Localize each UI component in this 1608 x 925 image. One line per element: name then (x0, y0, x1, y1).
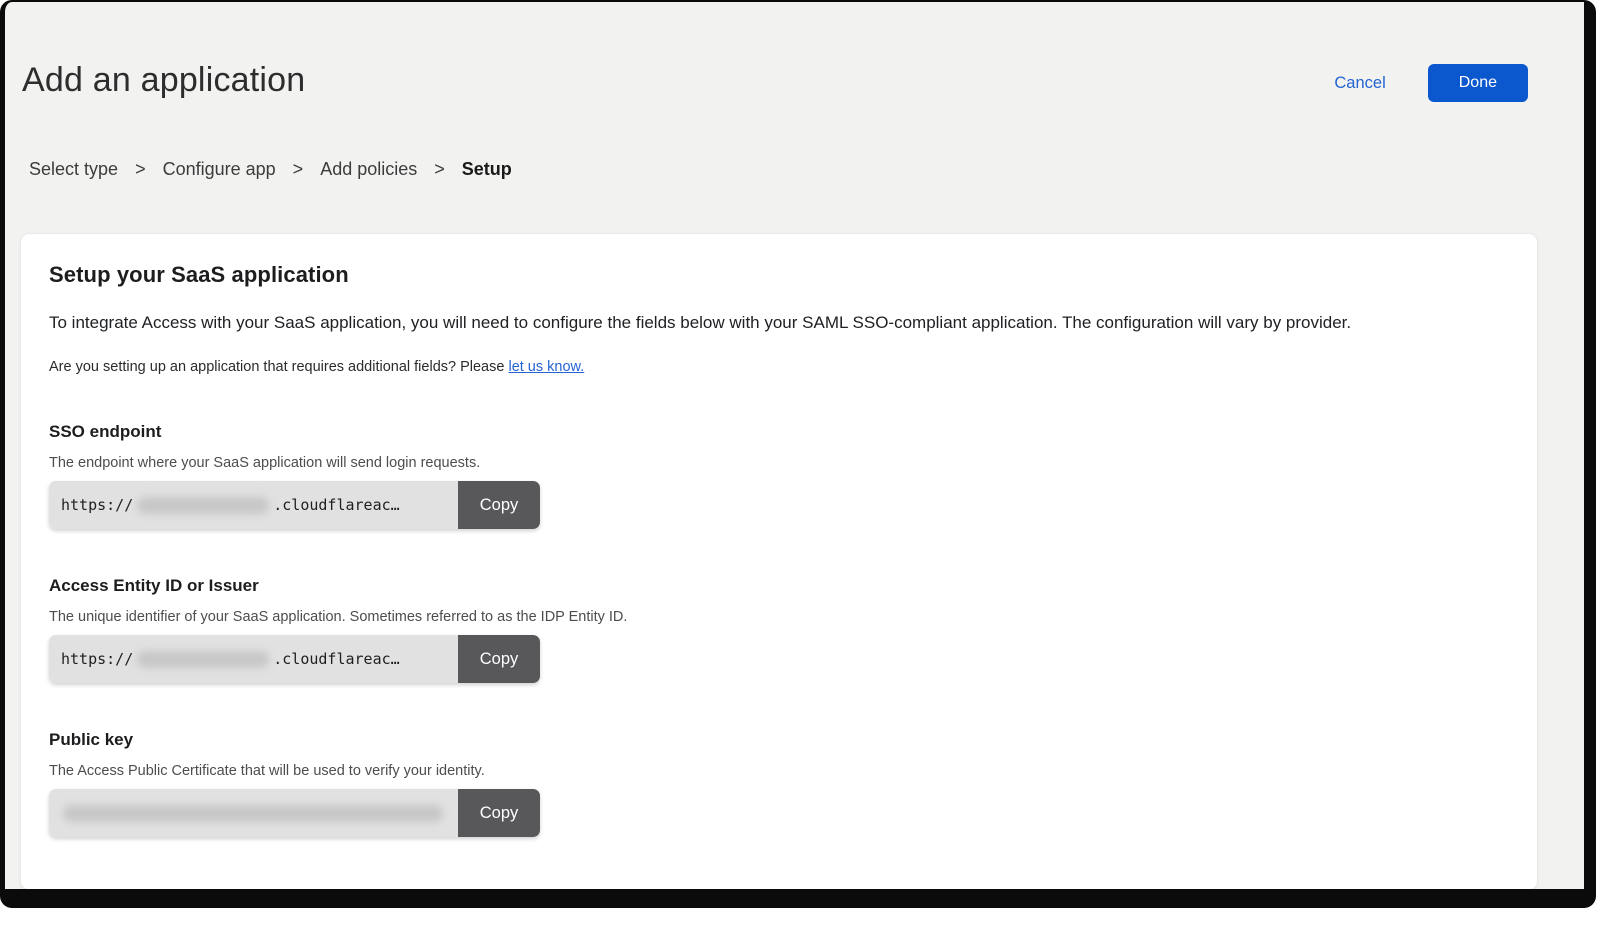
sso-endpoint-field: SSO endpoint The endpoint where your Saa… (49, 422, 1509, 529)
access-entity-id-value-row: https:// .cloudflareac… Copy (49, 635, 540, 683)
breadcrumb-separator: > (135, 159, 146, 180)
value-suffix: .cloudflareac… (273, 650, 399, 668)
redacted-value (137, 497, 269, 514)
breadcrumb-separator: > (293, 159, 304, 180)
field-label: Access Entity ID or Issuer (49, 576, 1509, 596)
redacted-value (63, 805, 443, 822)
breadcrumb-item-configure-app[interactable]: Configure app (163, 159, 276, 180)
public-key-value-row: Copy (49, 789, 540, 837)
code-value: https:// .cloudflareac… (49, 481, 458, 529)
note-text-plain: Are you setting up an application that r… (49, 359, 508, 375)
sso-endpoint-value-row: https:// .cloudflareac… Copy (49, 481, 540, 529)
value-suffix: .cloudflareac… (273, 496, 399, 514)
done-button[interactable]: Done (1428, 64, 1528, 102)
field-description: The unique identifier of your SaaS appli… (49, 609, 1509, 625)
code-value (49, 789, 458, 837)
setup-card: Setup your SaaS application To integrate… (20, 233, 1538, 890)
breadcrumb-item-add-policies[interactable]: Add policies (320, 159, 417, 180)
value-prefix: https:// (61, 650, 133, 668)
breadcrumb: Select type > Configure app > Add polici… (29, 159, 1584, 180)
public-key-field: Public key The Access Public Certificate… (49, 730, 1509, 837)
field-description: The Access Public Certificate that will … (49, 763, 1509, 779)
field-label: Public key (49, 730, 1509, 750)
intro-text: To integrate Access with your SaaS appli… (49, 311, 1509, 335)
copy-button[interactable]: Copy (458, 635, 540, 683)
value-prefix: https:// (61, 496, 133, 514)
field-description: The endpoint where your SaaS application… (49, 455, 1509, 471)
breadcrumb-item-select-type[interactable]: Select type (29, 159, 118, 180)
card-heading: Setup your SaaS application (49, 262, 1509, 288)
field-label: SSO endpoint (49, 422, 1509, 442)
code-value: https:// .cloudflareac… (49, 635, 458, 683)
breadcrumb-separator: > (434, 159, 445, 180)
cancel-button[interactable]: Cancel (1334, 74, 1385, 93)
redacted-value (137, 651, 269, 668)
header-actions: Cancel Done (1334, 64, 1528, 102)
app-window: Add an application Cancel Done Select ty… (0, 0, 1596, 908)
breadcrumb-item-setup: Setup (462, 159, 512, 180)
access-entity-id-field: Access Entity ID or Issuer The unique id… (49, 576, 1509, 683)
copy-button[interactable]: Copy (458, 789, 540, 837)
copy-button[interactable]: Copy (458, 481, 540, 529)
note-text: Are you setting up an application that r… (49, 359, 1509, 375)
page-title: Add an application (22, 58, 305, 102)
let-us-know-link[interactable]: let us know. (508, 359, 584, 375)
page-header: Add an application Cancel Done (5, 2, 1584, 102)
